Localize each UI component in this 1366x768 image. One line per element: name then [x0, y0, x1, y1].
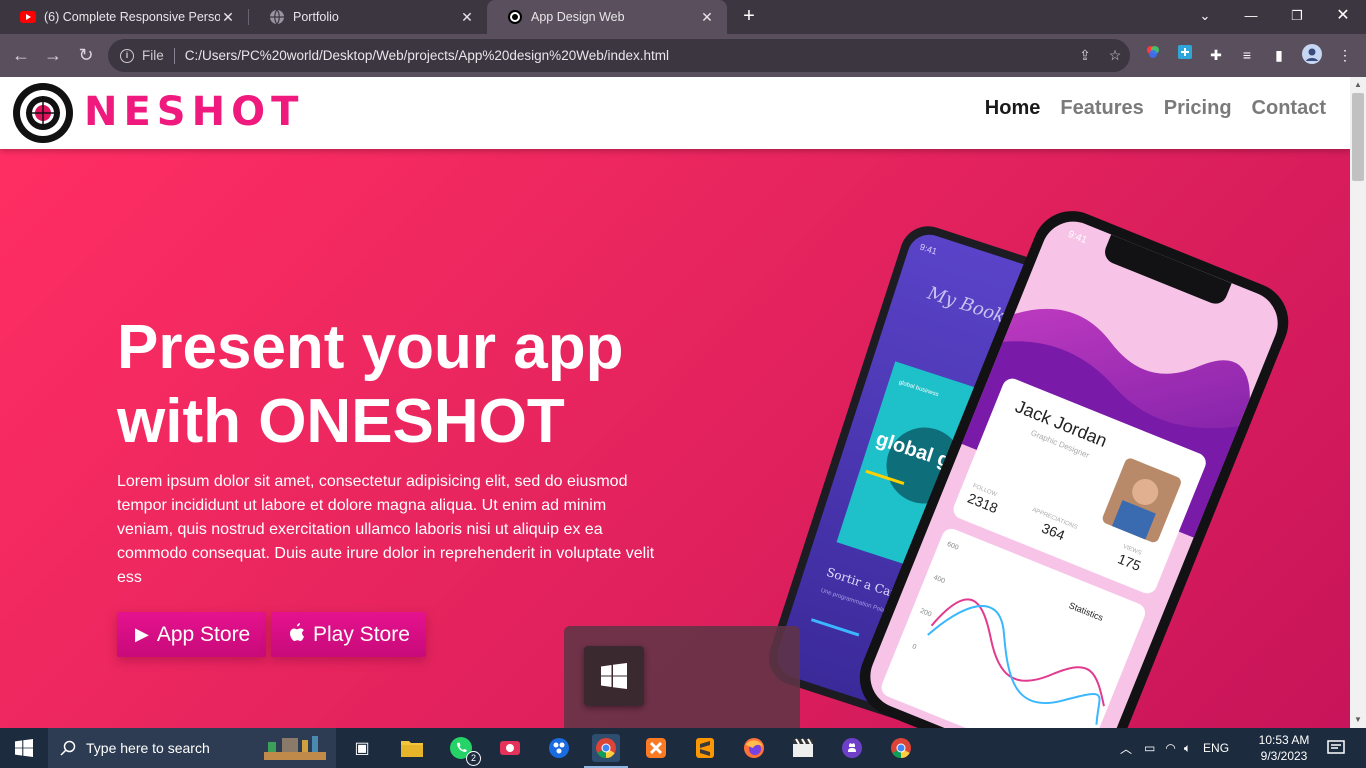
- scroll-up-arrow-icon[interactable]: ▲: [1350, 77, 1366, 93]
- tab-portfolio[interactable]: Portfolio ✕: [249, 0, 487, 34]
- play-triangle-icon: ▶: [135, 624, 149, 644]
- screen-recorder-icon[interactable]: [496, 734, 524, 762]
- page-viewport: NESHOT Home Features Pricing Contact Pre…: [0, 77, 1366, 728]
- youtube-icon: [20, 9, 36, 25]
- browser-toolbar: ← → ↻ i File C:/Users/PC%20world/Desktop…: [0, 34, 1366, 77]
- firefox-icon[interactable]: [740, 734, 768, 762]
- page-scrollbar[interactable]: ▲ ▼: [1350, 77, 1366, 728]
- clock-date: 9/3/2023: [1260, 749, 1308, 763]
- tab-close-icon[interactable]: ✕: [220, 9, 236, 26]
- file-explorer-icon[interactable]: [398, 734, 426, 762]
- side-panel-icon[interactable]: ▮: [1268, 44, 1290, 66]
- app-store-button[interactable]: ▶ App Store: [117, 612, 267, 657]
- reload-icon[interactable]: ↻: [73, 42, 99, 68]
- play-store-button[interactable]: Play Store: [271, 612, 426, 657]
- minimize-button[interactable]: —: [1228, 0, 1274, 34]
- translate-extension-icon[interactable]: [1174, 44, 1196, 66]
- nav-link-contact[interactable]: Contact: [1252, 97, 1326, 120]
- phone-mockup-illustration: 9:41 My Books global business global gro…: [768, 211, 1289, 728]
- github-desktop-icon[interactable]: [838, 734, 866, 762]
- nav-link-pricing[interactable]: Pricing: [1164, 97, 1232, 120]
- share-icon[interactable]: ⇪: [1070, 47, 1100, 64]
- brand-name[interactable]: NESHOT: [84, 89, 304, 135]
- system-tray: ︿ ▭ ◠ 🔈︎ ENG: [1120, 728, 1229, 768]
- windows-start-icon: [15, 739, 33, 757]
- chrome-secondary-icon[interactable]: [887, 734, 915, 762]
- browser-menu-icon[interactable]: ⋮: [1334, 44, 1356, 66]
- windows-taskbar: Type here to search ▣ 2 ︿ ▭ ◠ 🔈︎ ENG 10:…: [0, 728, 1366, 768]
- battery-icon[interactable]: ▭: [1144, 741, 1155, 755]
- site-header: NESHOT Home Features Pricing Contact: [0, 77, 1350, 149]
- address-bar[interactable]: i File C:/Users/PC%20world/Desktop/Web/p…: [108, 39, 1130, 72]
- chrome-icon[interactable]: [592, 734, 620, 762]
- tab-app-design-web[interactable]: App Design Web ✕: [487, 0, 727, 34]
- tab-close-icon[interactable]: ✕: [459, 9, 475, 26]
- notifications-icon[interactable]: [1322, 734, 1350, 762]
- main-nav: Home Features Pricing Contact: [985, 97, 1326, 120]
- tab-search-chevron-icon[interactable]: ⌄: [1182, 0, 1228, 34]
- hero-description: Lorem ipsum dolor sit amet, consectetur …: [117, 473, 655, 586]
- wifi-icon[interactable]: ◠: [1165, 741, 1175, 755]
- color-extension-icon[interactable]: [1142, 44, 1164, 66]
- nav-link-features[interactable]: Features: [1060, 97, 1143, 120]
- volume-icon[interactable]: 🔈︎: [1184, 741, 1191, 756]
- hero-title-line-2: with ONESHOT: [117, 387, 565, 456]
- language-indicator[interactable]: ENG: [1203, 741, 1229, 755]
- address-scheme: File: [142, 48, 164, 63]
- hero-title: Present your app with ONESHOT: [117, 311, 677, 459]
- search-highlight-illustration: [264, 736, 326, 760]
- close-window-button[interactable]: ✕: [1320, 0, 1366, 34]
- tab-close-icon[interactable]: ✕: [699, 9, 715, 26]
- search-placeholder: Type here to search: [86, 740, 210, 756]
- clock-time: 10:53 AM: [1258, 733, 1310, 747]
- scroll-down-arrow-icon[interactable]: ▼: [1350, 712, 1366, 728]
- tab-youtube[interactable]: (6) Complete Responsive Persona ✕: [0, 0, 248, 34]
- forward-arrow-icon[interactable]: →: [40, 42, 66, 68]
- taskbar-search-box[interactable]: Type here to search: [48, 728, 336, 768]
- address-url[interactable]: C:/Users/PC%20world/Desktop/Web/projects…: [185, 48, 1070, 63]
- globe-icon: [269, 9, 285, 25]
- extensions-puzzle-icon[interactable]: ✚: [1205, 44, 1227, 66]
- scrollbar-thumb[interactable]: [1352, 93, 1364, 181]
- restore-button[interactable]: ❐: [1274, 0, 1320, 34]
- apple-icon: [289, 623, 305, 646]
- tab-title: (6) Complete Responsive Persona: [44, 10, 220, 24]
- back-arrow-icon[interactable]: ←: [8, 42, 34, 68]
- task-view-icon[interactable]: ▣: [348, 734, 376, 762]
- tab-title: Portfolio: [293, 10, 339, 24]
- search-icon: [60, 740, 76, 756]
- info-icon[interactable]: i: [120, 48, 134, 63]
- app-store-label: App Store: [156, 622, 251, 646]
- nav-link-home[interactable]: Home: [985, 97, 1041, 120]
- oneshot-logo-icon: [507, 9, 523, 25]
- system-clock[interactable]: 10:53 AM 9/3/2023: [1256, 732, 1312, 764]
- tab-title: App Design Web: [531, 10, 625, 24]
- oneshot-logo-icon[interactable]: [12, 82, 74, 144]
- davinci-icon[interactable]: [545, 734, 573, 762]
- reading-list-icon[interactable]: ≡: [1236, 44, 1258, 66]
- clapperboard-app-icon[interactable]: [789, 734, 817, 762]
- browser-tab-strip: (6) Complete Responsive Persona ✕ Portfo…: [0, 0, 1366, 34]
- windows-logo-tile[interactable]: [584, 646, 644, 706]
- bookmark-star-icon[interactable]: ☆: [1100, 47, 1130, 64]
- taskbar-window-preview: [564, 626, 800, 728]
- xampp-icon[interactable]: [642, 734, 670, 762]
- whatsapp-icon[interactable]: 2: [447, 734, 481, 766]
- whatsapp-badge: 2: [466, 751, 481, 766]
- new-tab-button[interactable]: +: [738, 5, 760, 27]
- sublime-text-icon[interactable]: [691, 734, 719, 762]
- start-button[interactable]: [0, 728, 48, 768]
- tray-chevron-up-icon[interactable]: ︿: [1120, 740, 1132, 757]
- address-divider: [173, 47, 175, 64]
- hero-title-line-1: Present your app: [117, 313, 624, 382]
- play-store-label: Play Store: [313, 622, 410, 646]
- profile-avatar[interactable]: [1301, 44, 1323, 66]
